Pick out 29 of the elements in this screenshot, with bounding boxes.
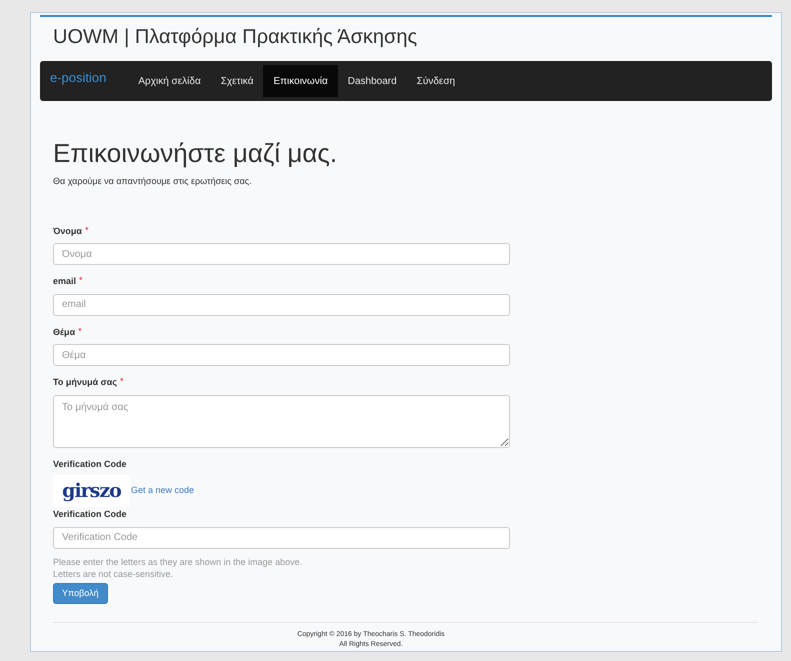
nav-link[interactable]: Επικοινωνία: [263, 65, 338, 97]
nav-link[interactable]: Σχετικά: [210, 65, 264, 97]
page-subheading: Θα χαρούμε να απαντήσουμε στις ερωτήσεις σας.: [53, 175, 253, 188]
brand-link[interactable]: e-position: [50, 68, 106, 88]
nav-link[interactable]: Σύνδεση: [406, 65, 466, 97]
captcha-image: girszo: [53, 475, 130, 507]
required-mark: *: [78, 326, 82, 336]
field-label: email: [53, 275, 76, 288]
verification-code-field[interactable]: Verification Code: [53, 526, 510, 548]
input-field[interactable]: Όνομα: [53, 243, 510, 265]
required-mark: *: [120, 376, 124, 386]
field-label: Όνομα: [53, 224, 82, 238]
required-mark: *: [79, 275, 83, 285]
nav-link[interactable]: Αρχική σελίδα: [128, 65, 211, 97]
field-label: Θέμα: [53, 326, 76, 339]
field-label: Verification Code: [53, 508, 128, 521]
input-field[interactable]: Θέμα: [53, 344, 510, 366]
required-mark: *: [84, 224, 88, 234]
hint-text: Please enter the letters as they are shown in the image above.: [53, 556, 304, 568]
field-label: Το μήνυμά σας: [53, 376, 117, 389]
captcha-label: Verification Code: [53, 458, 128, 470]
input-field[interactable]: email: [53, 294, 510, 316]
hint-text: Letters are not case-sensitive.: [53, 568, 174, 580]
message-field[interactable]: Το μήνυμά σας: [53, 394, 510, 448]
submit-button[interactable]: Υποβολή: [53, 582, 108, 604]
nav-link[interactable]: Dashboard: [338, 65, 407, 97]
site-title: UOWM | Πλατφόρμα Πρακτικής Άσκησης: [52, 25, 418, 49]
page-heading: Επικοινωνήστε μαζί μας.: [53, 137, 338, 169]
new-code-link[interactable]: Get a new code: [131, 484, 194, 498]
